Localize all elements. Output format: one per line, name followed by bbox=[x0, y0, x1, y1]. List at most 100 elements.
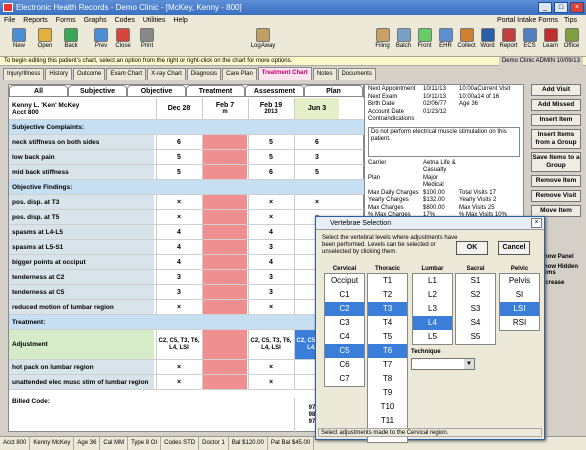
chart-cell[interactable]: 5 bbox=[294, 165, 339, 179]
vertebra-c4[interactable]: C4 bbox=[325, 330, 364, 344]
chart-cell[interactable] bbox=[202, 255, 247, 269]
chart-row[interactable]: Objective Findings: bbox=[9, 180, 365, 195]
save-items-to-a-group-button[interactable]: Save Items to a Group bbox=[531, 152, 581, 172]
vertebra-occiput[interactable]: Occiput bbox=[325, 274, 364, 288]
vertebra-c7[interactable]: C7 bbox=[325, 372, 364, 386]
menu-codes[interactable]: Codes bbox=[111, 15, 139, 27]
tab-outcome[interactable]: Outcome bbox=[73, 68, 106, 80]
chart-row[interactable]: spasms at L5-S1434 bbox=[9, 240, 365, 255]
chart-row[interactable]: tenderness at C5333 bbox=[9, 285, 365, 300]
chart-tab-plan[interactable]: Plan bbox=[304, 85, 363, 97]
chart-row[interactable]: spasms at L4-L5444 bbox=[9, 225, 365, 240]
chart-row[interactable]: neck stiffness on both sides 6 5 6 bbox=[9, 135, 365, 150]
vertebra-t11[interactable]: T11 bbox=[368, 414, 407, 428]
cancel-button[interactable]: Cancel bbox=[498, 241, 530, 255]
chart-cell[interactable]: 4 bbox=[156, 225, 201, 239]
chart-cell[interactable]: 4 bbox=[248, 225, 293, 239]
chart-row[interactable]: reduced motion of lumbar region××× bbox=[9, 300, 365, 315]
visit-date-header[interactable]: Dec 28 bbox=[156, 98, 201, 119]
vertebra-l4[interactable]: L4 bbox=[413, 316, 452, 330]
chart-row[interactable]: bigger points at occiput444 bbox=[9, 255, 365, 270]
chart-cell[interactable]: × bbox=[156, 300, 201, 314]
vertebra-s2[interactable]: S2 bbox=[456, 288, 495, 302]
technique-select[interactable]: ▼ bbox=[411, 358, 475, 370]
vertebra-pelvis[interactable]: Pelvis bbox=[500, 274, 539, 288]
chart-cell[interactable]: × bbox=[294, 195, 339, 209]
vertebra-s3[interactable]: S3 bbox=[456, 302, 495, 316]
chart-cell[interactable]: × bbox=[156, 360, 201, 374]
chart-tab-treatment[interactable]: Treatment bbox=[186, 85, 245, 97]
filing-button[interactable]: Filing bbox=[372, 28, 393, 49]
menu-file[interactable]: File bbox=[0, 15, 19, 27]
chart-cell[interactable]: 3 bbox=[156, 270, 201, 284]
vertebra-t9[interactable]: T9 bbox=[368, 386, 407, 400]
vertebra-l3[interactable]: L3 bbox=[413, 302, 452, 316]
vertebra-lsi[interactable]: LSI bbox=[500, 302, 539, 316]
chart-row[interactable]: mid back stiffness 5 6 5 bbox=[9, 165, 365, 180]
chart-cell[interactable] bbox=[202, 270, 247, 284]
vertebra-t2[interactable]: T2 bbox=[368, 288, 407, 302]
batch-button[interactable]: Batch bbox=[393, 28, 414, 49]
menu-utilities[interactable]: Utilities bbox=[139, 15, 170, 27]
chart-cell[interactable]: × bbox=[248, 300, 293, 314]
chart-row[interactable]: unattended elec musc stim of lumbar regi… bbox=[9, 375, 365, 390]
chart-cell[interactable]: 5 bbox=[156, 150, 201, 164]
menu-reports[interactable]: Reports bbox=[19, 15, 52, 27]
menu-graphs[interactable]: Graphs bbox=[80, 15, 111, 27]
remove-visit-button[interactable]: Remove Visit bbox=[531, 190, 581, 202]
chart-row[interactable]: tenderness at C2333 bbox=[9, 270, 365, 285]
tab-treatment-chart[interactable]: Treatment Chart bbox=[257, 67, 312, 80]
chart-cell[interactable]: 6 bbox=[156, 135, 201, 149]
menu-right-item[interactable]: Portal Intake Forms bbox=[494, 15, 561, 27]
close-button[interactable]: Close bbox=[110, 28, 136, 49]
vertebra-t5[interactable]: T5 bbox=[368, 330, 407, 344]
vertebra-t1[interactable]: T1 bbox=[368, 274, 407, 288]
visit-date-header[interactable]: Feb 7m bbox=[202, 98, 247, 119]
office-button[interactable]: Office bbox=[561, 28, 582, 49]
minimize-button[interactable]: _ bbox=[538, 2, 552, 13]
visit-date-header[interactable]: Jun 3 bbox=[294, 98, 339, 119]
tab-care-plan[interactable]: Care Plan bbox=[222, 68, 257, 80]
menu-right-item[interactable]: Tips bbox=[561, 15, 580, 27]
chart-cell[interactable] bbox=[202, 150, 247, 164]
vertebra-c2[interactable]: C2 bbox=[325, 302, 364, 316]
vertebra-l2[interactable]: L2 bbox=[413, 288, 452, 302]
chart-cell[interactable]: × bbox=[248, 360, 293, 374]
chart-cell[interactable] bbox=[202, 300, 247, 314]
dialog-close-icon[interactable]: × bbox=[531, 218, 542, 228]
vertebra-t7[interactable]: T7 bbox=[368, 358, 407, 372]
report-button[interactable]: Report bbox=[498, 28, 519, 49]
vertebra-si[interactable]: SI bbox=[500, 288, 539, 302]
option-show-panel[interactable]: Show Panel bbox=[540, 254, 586, 260]
vertebra-t10[interactable]: T10 bbox=[368, 400, 407, 414]
chart-row[interactable]: Adjustment C2, C5, T3, T6, L4, LSI C2, C5,… bbox=[9, 330, 365, 360]
open-button[interactable]: Open bbox=[32, 28, 58, 49]
chart-row[interactable]: pos. disp. at T5××× bbox=[9, 210, 365, 225]
chart-cell[interactable]: 6 bbox=[248, 165, 293, 179]
chart-cell[interactable]: 5 bbox=[156, 165, 201, 179]
tab-documents[interactable]: Documents bbox=[337, 68, 376, 80]
insert-item-button[interactable]: Insert Item bbox=[531, 114, 581, 126]
vertebra-t3[interactable]: T3 bbox=[368, 302, 407, 316]
maximize-button[interactable]: □ bbox=[554, 2, 568, 13]
front-button[interactable]: Front bbox=[414, 28, 435, 49]
menu-forms[interactable]: Forms bbox=[52, 15, 80, 27]
chart-row[interactable]: Treatment: bbox=[9, 315, 365, 330]
word-button[interactable]: Word bbox=[477, 28, 498, 49]
tab-injury-illness[interactable]: Injury/Illness bbox=[3, 68, 45, 80]
chart-cell[interactable]: 3 bbox=[294, 150, 339, 164]
chart-cell[interactable]: 4 bbox=[156, 240, 201, 254]
chart-cell[interactable] bbox=[202, 330, 247, 359]
vertebra-c1[interactable]: C1 bbox=[325, 288, 364, 302]
vertebra-t6[interactable]: T6 bbox=[368, 344, 407, 358]
add-visit-button[interactable]: Add Visit bbox=[531, 84, 581, 96]
insert-items-from-a-group-button[interactable]: Insert Items from a Group bbox=[531, 129, 581, 149]
remove-item-button[interactable]: Remove Item bbox=[531, 175, 581, 187]
chart-tab-subjective[interactable]: Subjective bbox=[68, 85, 127, 97]
chart-cell[interactable]: × bbox=[156, 195, 201, 209]
tab-diagnosis[interactable]: Diagnosis bbox=[186, 68, 222, 80]
chart-cell[interactable] bbox=[202, 165, 247, 179]
chart-tab-objective[interactable]: Objective bbox=[127, 85, 186, 97]
chart-cell[interactable] bbox=[202, 195, 247, 209]
vertebra-s5[interactable]: S5 bbox=[456, 330, 495, 344]
